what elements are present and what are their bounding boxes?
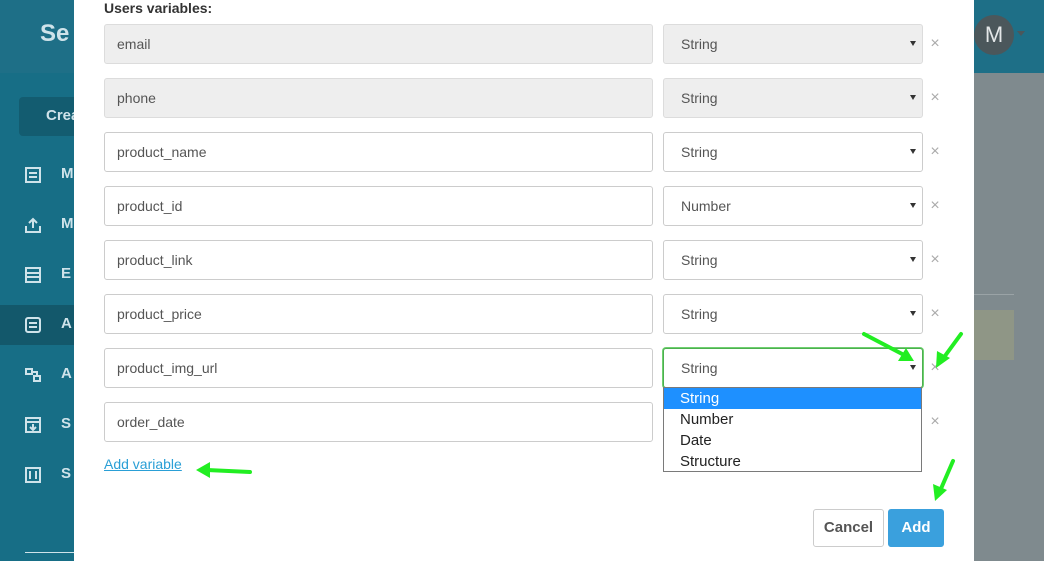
arrow-to-add-variable: [196, 462, 252, 478]
arrow-to-remove-button: [936, 332, 963, 368]
arrow-to-add-button: [933, 459, 955, 501]
arrow-to-dropdown-caret: [862, 332, 914, 361]
annotation-arrows: [196, 332, 963, 501]
